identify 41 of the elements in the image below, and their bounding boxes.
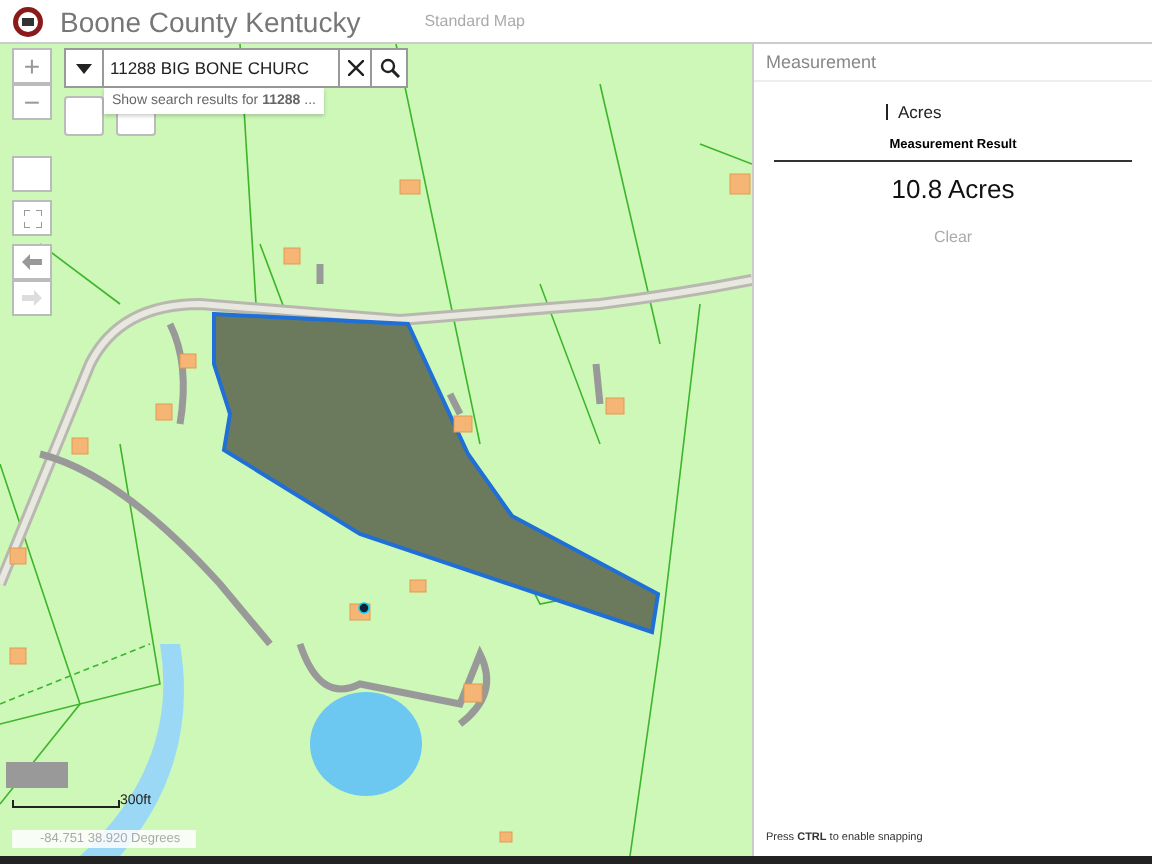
building [409,579,427,593]
property-line [39,243,121,305]
building [9,547,27,565]
back-arrow-icon [22,254,42,270]
building [499,831,513,843]
back-button[interactable] [12,244,52,280]
map-legend-block [6,762,68,788]
close-icon [347,60,363,76]
search-dropdown-button[interactable] [64,48,104,88]
forward-arrow-icon [22,290,42,306]
driveway [446,392,464,416]
measurement-result: 10.8 Acres [889,174,1017,204]
search-field[interactable]: 11288 BIG BONE CHURC [104,48,340,88]
map-name: Standard Map [424,12,525,30]
county-seal-icon [12,5,44,37]
site-title: Boone County Kentucky [60,5,361,37]
fullscreen-icon [23,209,41,227]
building [9,647,27,665]
building [605,397,625,415]
location-marker-icon [358,602,370,614]
search-icon [379,58,399,78]
building [155,403,173,421]
building [283,247,301,265]
driveway [592,363,604,405]
search-button[interactable] [372,48,408,88]
building [71,437,89,455]
map-tool-button[interactable] [12,156,52,192]
panel-title: Measurement [754,44,1152,82]
building [453,415,473,433]
caret-icon [76,63,92,73]
driveway [316,264,324,284]
clear-search-button[interactable] [340,48,372,88]
pond [310,692,422,796]
property-line [699,143,752,165]
building [729,173,751,195]
building [463,683,483,703]
fullscreen-button[interactable] [12,200,52,236]
building [399,179,421,195]
unit-label[interactable]: Acres [898,102,942,122]
driveway [166,322,187,425]
building [179,353,197,369]
